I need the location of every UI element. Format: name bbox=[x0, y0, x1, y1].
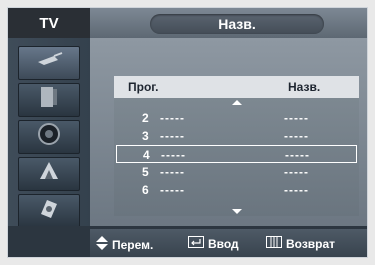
column-name: Назв. bbox=[288, 80, 321, 94]
sidebar bbox=[8, 38, 90, 228]
table-row-selected[interactable]: 4 ----- ----- bbox=[116, 145, 357, 163]
help-enter: Ввод bbox=[188, 236, 239, 251]
speaker-icon bbox=[37, 122, 61, 152]
up-down-arrows-icon bbox=[96, 236, 108, 253]
table-row[interactable]: 6 ----- ----- bbox=[116, 181, 357, 199]
help-move: Перем. bbox=[96, 236, 153, 253]
sidebar-item-channel[interactable] bbox=[18, 157, 80, 191]
sidebar-item-setup[interactable] bbox=[18, 194, 80, 228]
sidebar-item-sound[interactable] bbox=[18, 120, 80, 154]
page-title: Назв. bbox=[150, 14, 324, 34]
table-header: Прог. Назв. bbox=[114, 76, 359, 98]
satellite-dish-icon bbox=[37, 159, 61, 189]
antenna-icon bbox=[34, 50, 64, 76]
program-list: 2 ----- ----- 3 ----- ----- 4 ----- ----… bbox=[114, 98, 359, 216]
display-icon bbox=[38, 85, 60, 115]
table-row[interactable]: 3 ----- ----- bbox=[116, 127, 357, 145]
menu-return-icon bbox=[266, 236, 282, 251]
osd-menu: TV Назв. Прог. Назв. 2 ----- ----- 3 ---… bbox=[7, 7, 368, 258]
column-program: Прог. bbox=[128, 80, 159, 94]
sidebar-item-picture[interactable] bbox=[18, 83, 80, 117]
table-row[interactable]: 5 ----- ----- bbox=[116, 163, 357, 181]
settings-icon bbox=[37, 196, 61, 226]
scroll-down-arrow-icon[interactable] bbox=[231, 209, 242, 214]
title-bar: Назв. bbox=[90, 8, 367, 38]
table-row[interactable]: 2 ----- ----- bbox=[116, 109, 357, 127]
sidebar-item-input[interactable] bbox=[18, 46, 80, 80]
help-return: Возврат bbox=[266, 236, 335, 251]
help-bar: Перем. Ввод Возврат bbox=[8, 226, 367, 257]
mode-tab: TV bbox=[8, 8, 90, 38]
enter-icon bbox=[188, 236, 204, 251]
main-panel: Прог. Назв. 2 ----- ----- 3 ----- ----- … bbox=[90, 38, 367, 228]
scroll-up-arrow-icon[interactable] bbox=[231, 100, 242, 105]
